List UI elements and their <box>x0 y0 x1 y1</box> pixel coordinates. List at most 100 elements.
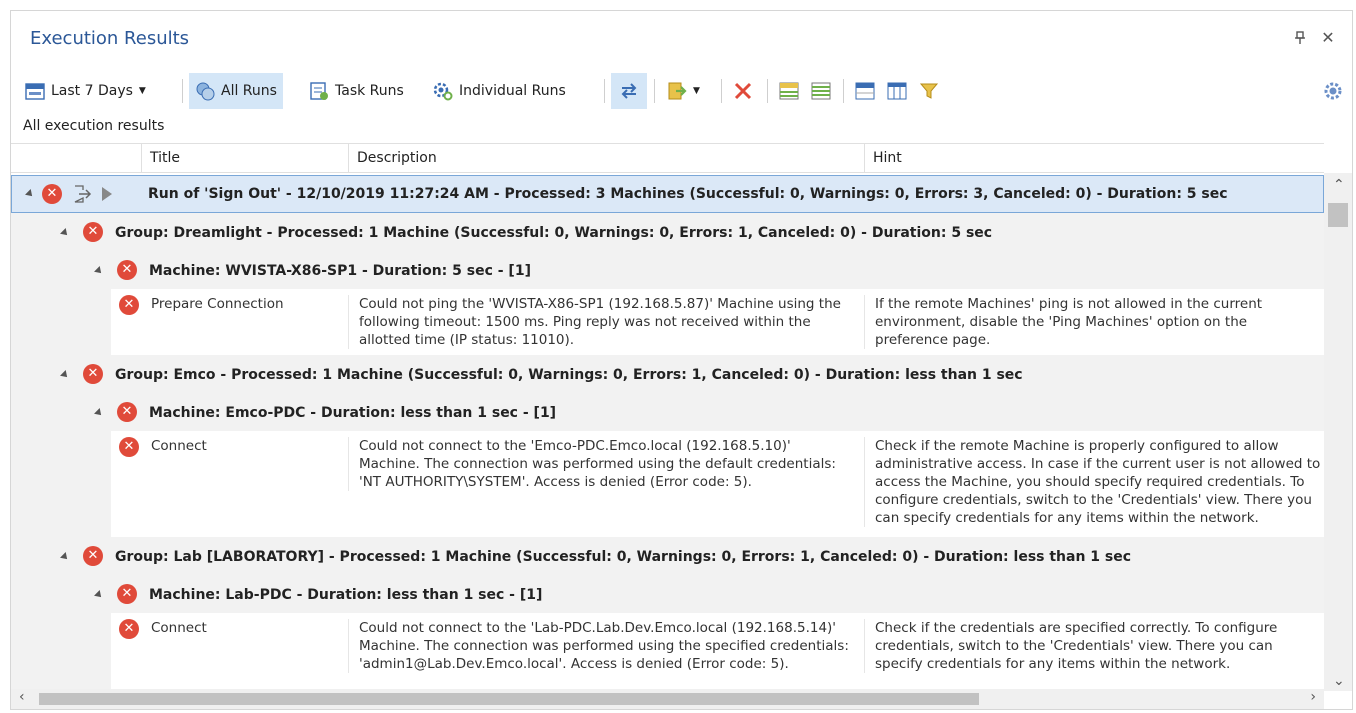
row-indent <box>11 289 111 355</box>
panel-title: Execution Results <box>30 28 190 49</box>
toolbar-separator <box>604 79 605 103</box>
machine-row[interactable]: ✕ Machine: WVISTA-X86-SP1 - Duration: 5 … <box>11 253 1324 289</box>
row-indent <box>11 431 111 537</box>
group-row-text: Group: Emco - Processed: 1 Machine (Succ… <box>115 367 1023 383</box>
close-icon[interactable]: ✕ <box>1317 25 1339 51</box>
collapse-triangle-icon[interactable] <box>60 552 70 562</box>
collapse-rows-icon <box>779 81 799 101</box>
machine-row-text: Machine: Emco-PDC - Duration: less than … <box>149 405 557 421</box>
period-dropdown[interactable]: Last 7 Days ▼ <box>19 73 152 109</box>
grid-header: Title Description Hint <box>11 143 1324 173</box>
result-hint: Check if the credentials are specified c… <box>864 619 1324 673</box>
vertical-scrollbar[interactable]: ⌃ ⌄ <box>1324 173 1352 691</box>
run-row[interactable]: ✕ Run of 'Sign Out' - 12/10/2019 11:27:2… <box>11 175 1324 213</box>
filter-icon <box>919 81 939 101</box>
error-icon: ✕ <box>119 619 139 639</box>
all-runs-icon <box>195 81 215 101</box>
horizontal-scrollbar[interactable]: ‹ › <box>11 689 1324 709</box>
toolbar-separator <box>721 79 722 103</box>
gear-icon <box>1323 81 1343 101</box>
chevron-down-icon: ▼ <box>693 86 700 96</box>
scroll-up-icon[interactable]: ⌃ <box>1333 177 1345 193</box>
machine-row[interactable]: ✕ Machine: Lab-PDC - Duration: less than… <box>11 577 1324 613</box>
settings-button[interactable] <box>1317 73 1349 109</box>
column-header-description[interactable]: Description <box>348 144 864 173</box>
error-icon: ✕ <box>117 584 137 604</box>
delete-button[interactable] <box>727 73 759 109</box>
group-row[interactable]: ✕ Group: Dreamlight - Processed: 1 Machi… <box>11 213 1324 253</box>
scroll-left-icon[interactable]: ‹ <box>19 689 25 705</box>
error-icon: ✕ <box>83 222 103 242</box>
expand-button[interactable] <box>805 73 837 109</box>
calendar-icon <box>25 81 45 101</box>
error-icon: ✕ <box>83 546 103 566</box>
task-runs-icon <box>309 81 329 101</box>
group-row[interactable]: ✕ Group: Lab [LABORATORY] - Processed: 1… <box>11 537 1324 577</box>
error-icon: ✕ <box>119 437 139 457</box>
result-title: Connect <box>151 620 207 636</box>
gears-icon <box>433 81 453 101</box>
result-description: Could not connect to the 'Emco-PDC.Emco.… <box>348 437 864 491</box>
expand-rows-icon <box>811 81 831 101</box>
result-detail-row[interactable]: ✕ Connect Could not connect to the 'Lab-… <box>11 613 1324 691</box>
run-row-text: Run of 'Sign Out' - 12/10/2019 11:27:24 … <box>148 186 1228 202</box>
result-description: Could not ping the 'WVISTA-X86-SP1 (192.… <box>348 295 864 349</box>
columns-button[interactable] <box>881 73 913 109</box>
chevron-down-icon: ▼ <box>138 86 146 96</box>
result-detail-row[interactable]: ✕ Connect Could not connect to the 'Emco… <box>11 431 1324 537</box>
result-title: Connect <box>151 438 207 454</box>
collapse-button[interactable] <box>773 73 805 109</box>
toolbar: Last 7 Days ▼ All Runs Task Runs Individ… <box>19 73 1344 109</box>
horizontal-scroll-thumb[interactable] <box>39 693 979 705</box>
columns-icon <box>887 81 907 101</box>
task-runs-button[interactable]: Task Runs <box>303 73 410 109</box>
machine-row-text: Machine: Lab-PDC - Duration: less than 1… <box>149 587 543 603</box>
collapse-triangle-icon[interactable] <box>60 228 70 238</box>
filter-button[interactable] <box>913 73 945 109</box>
collapse-triangle-icon[interactable] <box>94 590 104 600</box>
delete-x-icon <box>733 81 753 101</box>
swap-arrows-icon <box>619 81 639 101</box>
results-subtitle: All execution results <box>23 118 165 134</box>
task-runs-label: Task Runs <box>335 83 404 99</box>
individual-runs-button[interactable]: Individual Runs <box>427 73 572 109</box>
toolbar-separator <box>767 79 768 103</box>
scroll-down-icon[interactable]: ⌄ <box>1333 673 1345 689</box>
error-icon: ✕ <box>117 402 137 422</box>
execution-results-panel: Execution Results ✕ Last 7 Days ▼ All Ru… <box>10 10 1353 710</box>
toolbar-separator <box>843 79 844 103</box>
column-header-title[interactable]: Title <box>141 144 348 173</box>
scroll-right-icon[interactable]: › <box>1310 689 1316 705</box>
collapse-triangle-icon[interactable] <box>94 408 104 418</box>
error-icon: ✕ <box>42 184 62 204</box>
toolbar-separator <box>654 79 655 103</box>
play-icon <box>100 186 114 206</box>
result-title: Prepare Connection <box>151 296 284 312</box>
collapse-triangle-icon[interactable] <box>25 189 35 199</box>
result-description: Could not connect to the 'Lab-PDC.Lab.De… <box>348 619 864 673</box>
row-indent <box>11 613 111 691</box>
group-row-text: Group: Dreamlight - Processed: 1 Machine… <box>115 225 993 241</box>
sign-out-icon <box>72 184 92 208</box>
group-row[interactable]: ✕ Group: Emco - Processed: 1 Machine (Su… <box>11 355 1324 395</box>
machine-row-text: Machine: WVISTA-X86-SP1 - Duration: 5 se… <box>149 263 531 279</box>
collapse-triangle-icon[interactable] <box>60 370 70 380</box>
individual-runs-label: Individual Runs <box>459 83 566 99</box>
group-row-text: Group: Lab [LABORATORY] - Processed: 1 M… <box>115 549 1132 565</box>
export-icon <box>667 81 687 101</box>
results-grid: Title Description Hint ✕ Run of 'Sign Ou… <box>11 143 1352 691</box>
column-header-hint[interactable]: Hint <box>864 144 1324 173</box>
all-runs-button[interactable]: All Runs <box>189 73 283 109</box>
machine-row[interactable]: ✕ Machine: Emco-PDC - Duration: less tha… <box>11 395 1324 431</box>
toolbar-separator <box>182 79 183 103</box>
swap-button[interactable] <box>611 73 647 109</box>
group-panel-button[interactable] <box>849 73 881 109</box>
group-panel-icon <box>855 81 875 101</box>
result-hint: Check if the remote Machine is properly … <box>864 437 1324 527</box>
vertical-scroll-thumb[interactable] <box>1328 203 1348 227</box>
export-button[interactable]: ▼ <box>661 73 706 109</box>
pin-icon[interactable] <box>1289 25 1311 51</box>
error-icon: ✕ <box>117 260 137 280</box>
result-detail-row[interactable]: ✕ Prepare Connection Could not ping the … <box>11 289 1324 355</box>
collapse-triangle-icon[interactable] <box>94 266 104 276</box>
